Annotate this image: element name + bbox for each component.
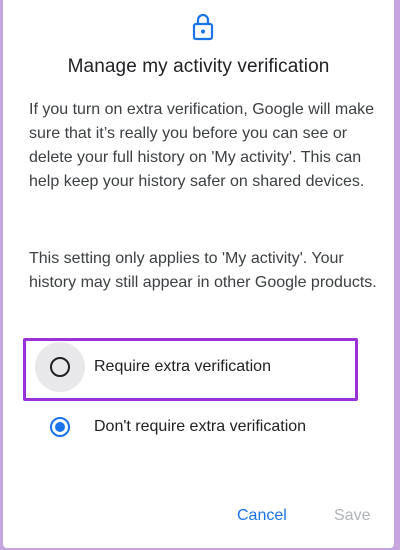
option-label: Don't require extra verification [94, 418, 307, 435]
cancel-button[interactable]: Cancel [231, 503, 293, 529]
save-button[interactable]: Save [328, 503, 376, 529]
scope-note-paragraph: This setting only applies to 'My activit… [29, 250, 377, 291]
description-paragraph: If you turn on extra verification, Googl… [29, 101, 375, 190]
radio-selected-icon[interactable] [50, 417, 70, 437]
option-dont-require-verification[interactable]: Don't require extra verification [25, 400, 362, 458]
dialog-title: Manage my activity verification [67, 56, 330, 77]
annotation-highlight-box [23, 338, 358, 401]
verification-dialog: Manage my activity verification If you t… [3, 0, 394, 548]
lock-icon [192, 13, 214, 41]
